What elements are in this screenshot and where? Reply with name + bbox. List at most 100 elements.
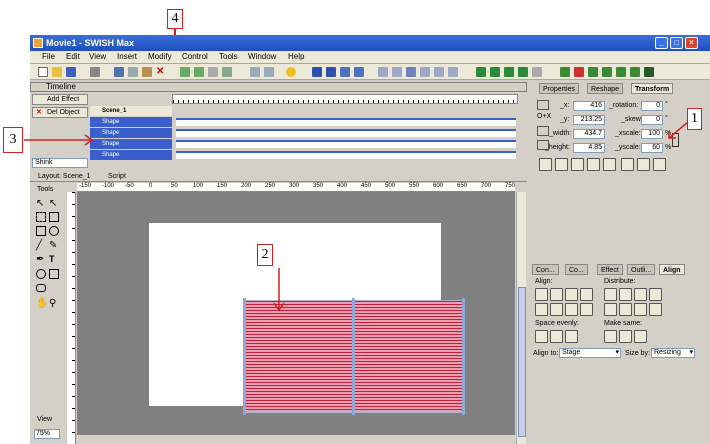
tab-effect[interactable]: Effect: [597, 264, 623, 275]
redo-icon[interactable]: [250, 67, 260, 77]
menu-window[interactable]: Window: [248, 52, 276, 61]
align-top-icon[interactable]: [535, 303, 548, 316]
timeline-track-1[interactable]: [176, 118, 516, 126]
minimize-button[interactable]: _: [655, 37, 668, 49]
align-left-icon[interactable]: [535, 288, 548, 301]
distribute-top-icon[interactable]: [604, 303, 617, 316]
scene-row[interactable]: Scene_1: [90, 106, 172, 116]
tab-con1[interactable]: Con...: [532, 264, 559, 275]
paste-transform-icon[interactable]: [637, 158, 650, 171]
width-field[interactable]: 434.7: [573, 129, 605, 139]
distribute-middle-icon[interactable]: [619, 303, 632, 316]
space-v-icon[interactable]: [550, 330, 563, 343]
align-center-v-icon[interactable]: [550, 303, 563, 316]
effect-2-icon[interactable]: [490, 67, 500, 77]
subselect-tool[interactable]: ↖: [49, 198, 57, 209]
timeline-track-2[interactable]: [176, 129, 516, 137]
effect-3-icon[interactable]: [504, 67, 514, 77]
group-icon[interactable]: [208, 67, 218, 77]
select-tool[interactable]: ↖: [36, 198, 44, 209]
skew-field[interactable]: 0: [641, 115, 663, 125]
menu-help[interactable]: Help: [288, 52, 304, 61]
distribute-left-icon[interactable]: [604, 288, 617, 301]
space-h-icon[interactable]: [535, 330, 548, 343]
scale-tool[interactable]: [49, 212, 59, 222]
tab-align[interactable]: Align: [659, 264, 685, 275]
insert-7-icon[interactable]: [644, 67, 654, 77]
prev-frame-icon[interactable]: [392, 67, 402, 77]
xscale-field[interactable]: 100: [641, 129, 663, 139]
add-effect-button[interactable]: Add Effect: [32, 94, 88, 105]
distribute-bottom-icon[interactable]: [634, 303, 647, 316]
undo-icon[interactable]: [90, 67, 100, 77]
pencil-tool[interactable]: ✎: [49, 240, 57, 251]
close-button[interactable]: ×: [685, 37, 698, 49]
stop-icon[interactable]: [312, 67, 322, 77]
copy-transform-icon[interactable]: [621, 158, 634, 171]
ellipse-tool[interactable]: [36, 269, 46, 279]
effect-field[interactable]: Shink: [32, 158, 88, 168]
x-field[interactable]: 416: [573, 101, 605, 111]
save-icon[interactable]: [66, 67, 76, 77]
del-object-button[interactable]: ✕ Del Object: [32, 107, 88, 118]
handle-right[interactable]: [462, 298, 465, 415]
loop-icon[interactable]: [434, 67, 444, 77]
align-to-select[interactable]: Stage ▾: [559, 348, 621, 358]
space-both-icon[interactable]: [565, 330, 578, 343]
move-up-icon[interactable]: [180, 67, 190, 77]
align-right-icon[interactable]: [565, 288, 578, 301]
text-tool[interactable]: T: [49, 254, 55, 264]
tab-reshape[interactable]: Reshape: [587, 83, 624, 94]
effect-1-icon[interactable]: [476, 67, 486, 77]
stage-canvas[interactable]: [77, 192, 515, 435]
same-height-icon[interactable]: [619, 330, 632, 343]
flip-h-icon[interactable]: [555, 158, 568, 171]
menu-modify[interactable]: Modify: [148, 52, 172, 61]
align-height-icon[interactable]: [580, 303, 593, 316]
align-center-h-icon[interactable]: [550, 288, 563, 301]
yscale-field[interactable]: 60: [641, 143, 663, 153]
menu-insert[interactable]: Insert: [117, 52, 137, 61]
delete-icon[interactable]: ✕: [156, 67, 166, 77]
size-by-select[interactable]: Resizing ▾: [651, 348, 695, 358]
hand-icon[interactable]: ✋: [36, 298, 48, 309]
copy-icon[interactable]: [128, 67, 138, 77]
distribute-right-icon[interactable]: [634, 288, 647, 301]
rotate-right-icon[interactable]: [603, 158, 616, 171]
handle-middle[interactable]: [352, 298, 355, 415]
handle-left[interactable]: [243, 298, 246, 415]
rotate-left-icon[interactable]: [587, 158, 600, 171]
insert-3-icon[interactable]: [588, 67, 598, 77]
export-icon[interactable]: [448, 67, 458, 77]
scroll-thumb[interactable]: [518, 287, 526, 437]
cut-icon[interactable]: [114, 67, 124, 77]
effect-4-icon[interactable]: [518, 67, 528, 77]
pen-tool[interactable]: ✒: [36, 254, 44, 265]
menu-edit[interactable]: Edit: [66, 52, 80, 61]
refresh-icon[interactable]: [264, 67, 274, 77]
transform-tool[interactable]: [36, 212, 46, 222]
insert-6-icon[interactable]: [630, 67, 640, 77]
reset-icon[interactable]: [539, 158, 552, 171]
maximize-button[interactable]: □: [670, 37, 683, 49]
insert-1-icon[interactable]: [560, 67, 570, 77]
align-width-icon[interactable]: [580, 288, 593, 301]
rectangle-tool[interactable]: [49, 269, 59, 279]
same-size-icon[interactable]: [634, 330, 647, 343]
rotate-tool[interactable]: [36, 226, 46, 236]
distribute-x-icon[interactable]: [649, 303, 662, 316]
effect-5-icon[interactable]: [532, 67, 542, 77]
y-field[interactable]: 213.25: [573, 115, 605, 125]
play-scene-icon[interactable]: [340, 67, 350, 77]
timeline-track-4[interactable]: [176, 151, 516, 159]
menu-control[interactable]: Control: [182, 52, 208, 61]
tab-properties[interactable]: Properties: [539, 83, 579, 94]
zoom-icon[interactable]: ⚲: [49, 298, 56, 309]
grid-icon[interactable]: [653, 158, 666, 171]
timeline-row-3[interactable]: Shape: [90, 139, 172, 149]
flip-v-icon[interactable]: [571, 158, 584, 171]
timeline-row-2[interactable]: Shape: [90, 128, 172, 138]
distribute-center-icon[interactable]: [619, 288, 632, 301]
open-icon[interactable]: [52, 67, 62, 77]
ungroup-icon[interactable]: [222, 67, 232, 77]
